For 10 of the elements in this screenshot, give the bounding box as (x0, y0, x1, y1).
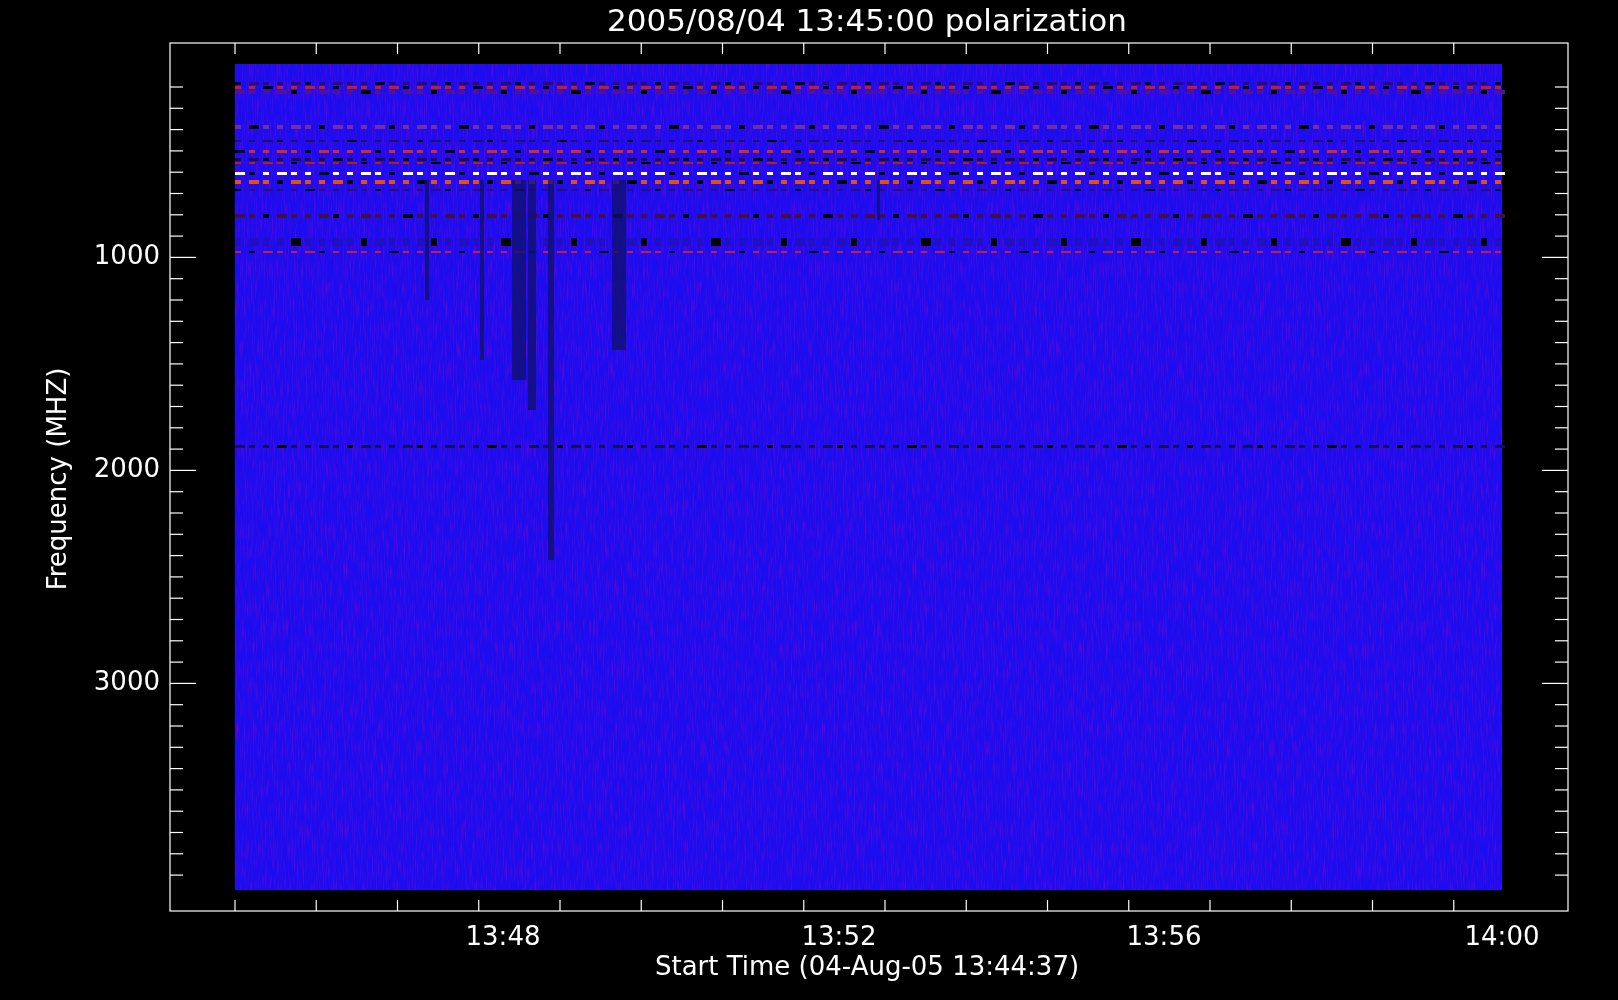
x-tick-label: 14:00 (1464, 921, 1540, 951)
x-tick-label: 13:52 (801, 921, 877, 951)
y-tick-label: 2000 (93, 453, 160, 483)
x-tick-label: 13:56 (1126, 921, 1202, 951)
plot-title: 2005/08/04 13:45:00 polarization (607, 2, 1127, 38)
y-tick-label: 1000 (93, 240, 160, 270)
x-axis-label: Start Time (04-Aug-05 13:44:37) (654, 951, 1080, 981)
x-tick-label: 13:48 (465, 921, 541, 951)
y-axis-label: Frequency (MHZ) (42, 367, 72, 591)
y-tick-label: 3000 (93, 666, 160, 696)
